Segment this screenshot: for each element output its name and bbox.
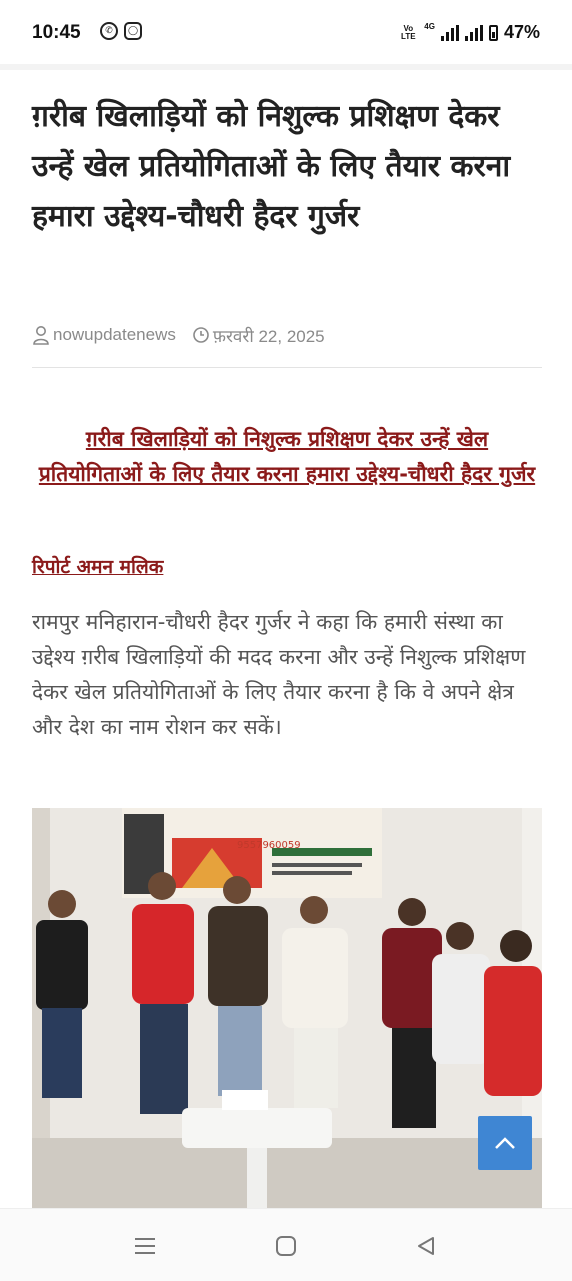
chevron-up-icon [495,1137,515,1149]
signal-icon [440,24,459,41]
volte-label: Vo LTE [401,23,416,41]
meta-divider [32,367,542,368]
scroll-to-top-button[interactable] [478,1116,532,1170]
notification-icons: ✆ ◯ [100,22,142,40]
home-button[interactable] [271,1231,301,1261]
system-indicators: Vo LTE 4G 47% [398,22,540,43]
author-link[interactable]: nowupdatenews [32,325,176,345]
post-date: फ़रवरी 22, 2025 [212,326,325,346]
recent-apps-button[interactable] [130,1231,160,1261]
article-subheading: ग़रीब खिलाड़ियों को निशुल्क प्रशिक्षण दे… [38,427,536,486]
status-bar: 10:45 ✆ ◯ Vo LTE 4G 47% [0,0,572,64]
article-body: रामपुर मनिहारान-चौधरी हैदर गुर्जर ने कहा… [32,610,526,739]
whatsapp-icon: ✆ [100,22,118,40]
author-name: nowupdatenews [53,325,176,344]
press-meeting-image: 9557960059 [32,808,542,1208]
banner-phone: 9557960059 [237,840,301,851]
clock-icon [193,327,209,343]
back-icon [418,1237,434,1255]
home-icon [276,1236,296,1256]
battery-level: 47% [503,22,540,42]
post-meta: nowupdatenews फ़रवरी 22, 2025 [32,320,542,350]
post-title: ग़रीब खिलाड़ियों को निशुल्क प्रशिक्षण दे… [32,99,511,234]
system-nav-bar [0,1208,572,1281]
signal-icon-2 [464,24,483,41]
date-link[interactable]: फ़रवरी 22, 2025 [192,324,325,347]
article-photo: 9557960059 [32,808,542,1208]
article: ग़रीब खिलाड़ियों को निशुल्क प्रशिक्षण दे… [0,70,572,1208]
back-button[interactable] [411,1231,441,1261]
status-time: 10:45 [32,22,81,43]
battery-icon [488,24,498,41]
user-icon [33,326,49,345]
menu-icon [135,1238,155,1254]
instagram-icon: ◯ [124,22,142,40]
reporter-credit: रिपोर्ट अमन मलिक [32,556,164,578]
network-type-label: 4G [424,22,435,31]
